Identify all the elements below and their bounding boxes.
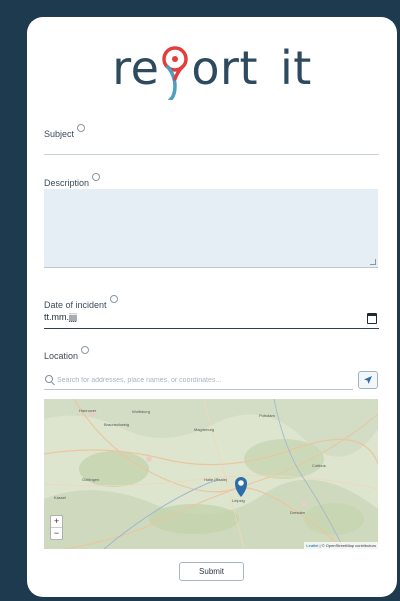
map-place-label: Cottbus bbox=[312, 463, 326, 468]
date-label-text: Date of incident bbox=[44, 300, 107, 310]
attribution-text: | © OpenStreetMap contributors bbox=[319, 543, 376, 548]
map-place-label: Dresden bbox=[290, 510, 305, 515]
description-label-text: Description bbox=[44, 178, 90, 188]
logo-text-right: ort bbox=[191, 41, 258, 95]
map-place-label: Potsdam bbox=[259, 413, 275, 418]
location-label-text: Location bbox=[44, 351, 79, 361]
map-place-label: Kassel bbox=[54, 495, 66, 500]
info-icon[interactable] bbox=[77, 124, 86, 132]
location-pin-logo-icon bbox=[160, 46, 190, 100]
date-placeholder: tt.mm.jjjj bbox=[44, 312, 77, 322]
location-search[interactable] bbox=[44, 373, 353, 390]
location-search-input[interactable] bbox=[57, 373, 347, 387]
report-form-card: re ort it Subject Description Date of in… bbox=[27, 17, 397, 597]
map-zoom-control: + − bbox=[50, 515, 63, 540]
map-tiles[interactable]: Hannover Wolfsburg Braunschweig Magdebur… bbox=[44, 399, 378, 549]
map-place-label: Wolfsburg bbox=[132, 409, 150, 414]
map-place-label: Braunschweig bbox=[104, 422, 129, 427]
map-place-label: Halle (Saale) bbox=[204, 477, 228, 482]
resize-handle-icon[interactable] bbox=[370, 259, 376, 265]
attribution-link[interactable]: Leaflet bbox=[306, 543, 318, 548]
description-textarea[interactable] bbox=[44, 189, 378, 268]
navigation-arrow-icon bbox=[364, 376, 372, 384]
submit-button[interactable]: Submit bbox=[179, 562, 244, 581]
date-input[interactable]: tt.mm.jjjj bbox=[44, 312, 379, 329]
map-place-label: Hannover bbox=[79, 408, 97, 413]
location-label: Location bbox=[44, 346, 90, 361]
date-label: Date of incident bbox=[44, 295, 118, 310]
map-place-label: Magdeburg bbox=[194, 427, 214, 432]
info-icon[interactable] bbox=[81, 346, 90, 354]
locate-me-button[interactable] bbox=[358, 371, 378, 389]
brand-logo: re ort it bbox=[27, 37, 397, 107]
logo-text-left: re bbox=[112, 41, 160, 95]
search-icon bbox=[45, 375, 53, 383]
zoom-in-button[interactable]: + bbox=[51, 516, 62, 527]
zoom-out-button[interactable]: − bbox=[51, 527, 62, 539]
map-place-label: Göttingen bbox=[82, 477, 99, 482]
logo-text-second-word: it bbox=[279, 41, 312, 95]
location-map[interactable]: Hannover Wolfsburg Braunschweig Magdebur… bbox=[44, 399, 378, 549]
logo-wordmark: re ort it bbox=[112, 37, 312, 100]
calendar-icon[interactable] bbox=[367, 313, 377, 324]
info-icon[interactable] bbox=[109, 295, 118, 303]
map-place-label: Leipzig bbox=[232, 498, 245, 503]
subject-input[interactable] bbox=[44, 138, 379, 155]
map-attribution: Leaflet | © OpenStreetMap contributors bbox=[304, 542, 378, 549]
info-icon[interactable] bbox=[92, 173, 101, 181]
description-label: Description bbox=[44, 173, 101, 188]
